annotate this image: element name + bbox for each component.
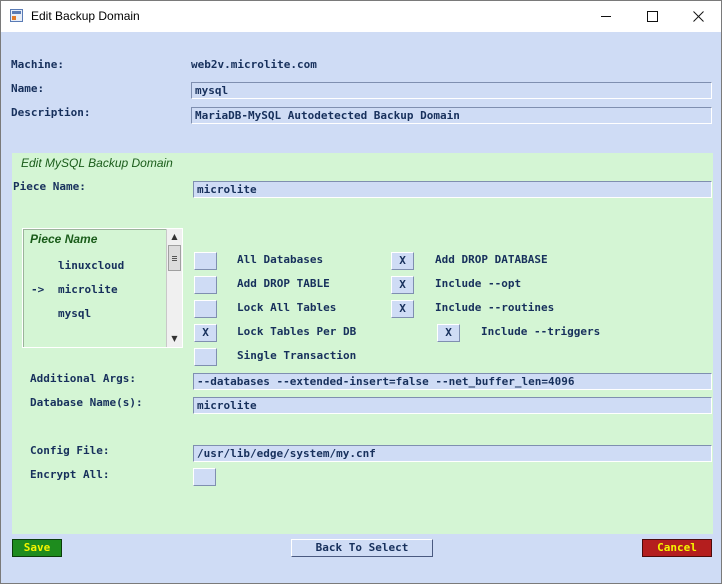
machine-label: Machine: (11, 58, 64, 71)
include-opt-checkbox[interactable]: X (391, 276, 414, 294)
lock-all-tables-checkbox[interactable] (194, 300, 217, 318)
list-item-linuxcloud[interactable]: linuxcloud (58, 259, 124, 272)
piece-name-list[interactable]: Piece Name linuxcloud -> microlite mysql… (22, 228, 183, 348)
description-field[interactable]: MariaDB-MySQL Autodetected Backup Domain (191, 107, 712, 124)
include-triggers-label: Include --triggers (481, 325, 601, 338)
maximize-button[interactable] (629, 1, 675, 32)
single-transaction-label: Single Transaction (237, 349, 357, 362)
include-triggers-checkbox[interactable]: X (437, 324, 460, 342)
lock-all-tables-label: Lock All Tables (237, 301, 337, 314)
lock-tables-per-db-checkbox[interactable]: X (194, 324, 217, 342)
description-label: Description: (11, 106, 91, 119)
scroll-thumb[interactable] (168, 245, 181, 271)
scroll-down-arrow-icon[interactable]: ▼ (167, 331, 182, 346)
name-label: Name: (11, 82, 45, 95)
config-file-label: Config File: (30, 444, 110, 457)
name-field[interactable]: mysql (191, 82, 712, 99)
add-drop-database-label: Add DROP DATABASE (435, 253, 548, 266)
close-icon (692, 11, 704, 22)
all-databases-checkbox[interactable] (194, 252, 217, 270)
include-routines-label: Include --routines (435, 301, 555, 314)
title-bar[interactable]: Edit Backup Domain (1, 1, 721, 32)
add-drop-database-checkbox[interactable]: X (391, 252, 414, 270)
list-item-mysql[interactable]: mysql (58, 307, 91, 320)
all-databases-label: All Databases (237, 253, 324, 266)
include-opt-label: Include --opt (435, 277, 522, 290)
database-names-label: Database Name(s): (30, 396, 143, 409)
machine-value: web2v.microlite.com (191, 58, 317, 71)
scroll-up-arrow-icon[interactable]: ▲ (167, 229, 182, 244)
encrypt-all-checkbox[interactable] (193, 468, 216, 486)
back-to-select-button[interactable]: Back To Select (291, 539, 433, 557)
selected-marker: -> (31, 283, 45, 296)
piece-list-title: Piece Name (30, 232, 98, 246)
window-title: Edit Backup Domain (31, 9, 140, 23)
database-names-field[interactable]: microlite (193, 397, 712, 414)
list-item-microlite[interactable]: microlite (58, 283, 118, 296)
java-app-icon (10, 9, 23, 22)
minimize-icon (600, 16, 611, 17)
encrypt-all-label: Encrypt All: (30, 468, 110, 481)
edit-backup-domain-window: Edit Backup Domain Machine: web2v.microl… (0, 0, 722, 584)
maximize-icon (646, 11, 658, 22)
edit-mysql-panel: Edit MySQL Backup Domain Piece Name: mic… (12, 153, 713, 534)
include-routines-checkbox[interactable]: X (391, 300, 414, 318)
piece-name-label: Piece Name: (13, 180, 86, 193)
add-drop-table-label: Add DROP TABLE (237, 277, 330, 290)
lock-tables-per-db-label: Lock Tables Per DB (237, 325, 357, 338)
add-drop-table-checkbox[interactable] (194, 276, 217, 294)
piece-name-field[interactable]: microlite (193, 181, 712, 198)
single-transaction-checkbox[interactable] (194, 348, 217, 366)
save-button[interactable]: Save (12, 539, 62, 557)
minimize-button[interactable] (583, 1, 629, 32)
cancel-button[interactable]: Cancel (642, 539, 712, 557)
panel-title: Edit MySQL Backup Domain (21, 156, 173, 170)
config-file-field[interactable]: /usr/lib/edge/system/my.cnf (193, 445, 712, 462)
additional-args-label: Additional Args: (30, 372, 136, 385)
additional-args-field[interactable]: --databases --extended-insert=false --ne… (193, 373, 712, 390)
close-window-button[interactable] (675, 1, 721, 32)
piece-list-scrollbar[interactable]: ▲ ▼ (166, 229, 182, 347)
